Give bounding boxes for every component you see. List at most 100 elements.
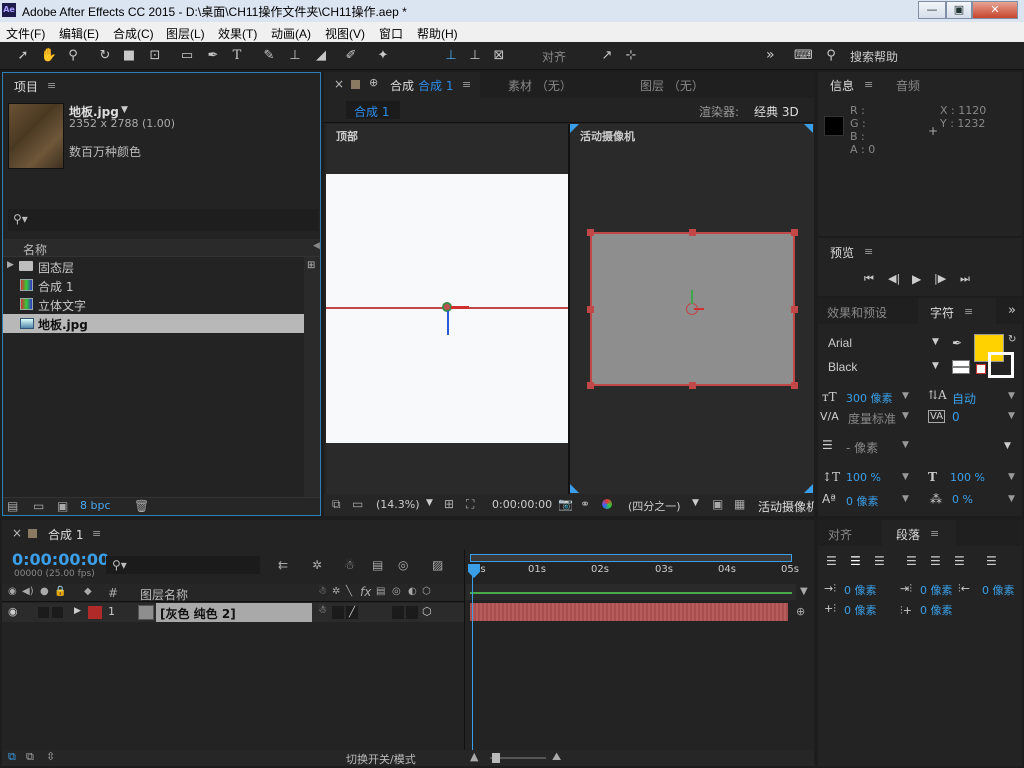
transform-handle[interactable] xyxy=(791,229,798,236)
project-menu-icon[interactable]: ≡ xyxy=(47,79,56,92)
layer-tab[interactable]: 图层 （无） xyxy=(640,77,704,94)
breadcrumb-comp[interactable]: 合成 1 xyxy=(354,103,389,120)
frame-blend-switch-icon[interactable]: ▤ xyxy=(376,586,385,597)
panel-more[interactable]: » xyxy=(1008,303,1016,318)
snapshot-icon[interactable]: 📷 xyxy=(558,497,573,511)
stroke-type-select[interactable]: ▼ xyxy=(916,438,1016,456)
frame-blending-icon[interactable]: ▤ xyxy=(372,558,383,572)
motion-blur-toggle[interactable] xyxy=(392,606,404,619)
lock-icon[interactable]: ⊕ xyxy=(369,76,378,89)
quality-switch-icon[interactable]: ╲ xyxy=(346,586,352,597)
justify-left-icon[interactable]: ☰ xyxy=(906,554,917,568)
active-camera-select[interactable]: 活动摄像机 xyxy=(758,498,814,515)
toggle-switches-modes[interactable]: 切换开关/模式 xyxy=(346,751,416,767)
transform-handle[interactable] xyxy=(791,306,798,313)
align-right-icon[interactable]: ☰ xyxy=(874,554,885,568)
align-center-icon[interactable]: ☰ xyxy=(850,554,861,568)
menu-effect[interactable]: 效果(T) xyxy=(218,25,257,42)
motion-blur-icon[interactable]: ◎ xyxy=(398,558,408,572)
transform-handle[interactable] xyxy=(689,382,696,389)
paragraph-menu-icon[interactable]: ≡ xyxy=(930,527,939,540)
comp-menu-icon[interactable]: ≡ xyxy=(462,78,471,91)
pen-tool-icon[interactable]: ✒ xyxy=(204,47,222,65)
project-search-input[interactable] xyxy=(8,209,318,231)
column-layer-name[interactable]: 图层名称 xyxy=(140,586,188,603)
zoom-slider-handle[interactable] xyxy=(492,753,500,763)
project-tab[interactable]: 项目 xyxy=(14,78,38,95)
comp-marker-bin-icon[interactable]: ▼ xyxy=(800,586,808,597)
always-preview-icon[interactable]: ⧉ xyxy=(332,497,341,512)
collapse-switch-icon[interactable]: ✲ xyxy=(332,586,340,597)
layer-name-field[interactable]: [灰色 纯色 2] xyxy=(156,603,312,622)
font-size-value[interactable]: 300 像素 xyxy=(846,390,893,406)
list-item[interactable]: ▶ 固态层 xyxy=(3,257,304,276)
first-frame-icon[interactable]: ⏮ xyxy=(864,272,874,286)
monitor-icon[interactable]: ▭ xyxy=(352,497,363,511)
work-area-bar[interactable] xyxy=(470,554,792,562)
transform-handle[interactable] xyxy=(587,382,594,389)
justify-center-icon[interactable]: ☰ xyxy=(930,554,941,568)
timeline-search-input[interactable]: ⚲▾ xyxy=(106,556,260,574)
effects-switch[interactable]: fx xyxy=(360,585,371,599)
zoom-level[interactable]: (14.3%) xyxy=(376,498,420,511)
local-axis-icon[interactable]: ⊥ xyxy=(442,47,460,65)
menu-file[interactable]: 文件(F) xyxy=(6,25,45,42)
transform-handle[interactable] xyxy=(689,229,696,236)
solo-icon[interactable]: ● xyxy=(40,586,49,597)
shy-toggle-icon[interactable]: ☃ xyxy=(318,605,327,616)
shy-icon[interactable]: ☃ xyxy=(344,558,355,572)
next-frame-icon[interactable]: |▶ xyxy=(934,272,946,285)
workspace-more[interactable]: » xyxy=(766,47,775,63)
stroke-width-value[interactable]: - 像素 xyxy=(846,439,878,456)
layer-label-color[interactable] xyxy=(88,606,102,619)
effects-presets-tab[interactable]: 效果和预设 xyxy=(827,304,887,321)
indent-right-value[interactable]: 0 像素 xyxy=(982,582,1015,598)
x-axis-arrow[interactable] xyxy=(694,308,704,310)
layout-dropdown-icon[interactable]: ▼ xyxy=(692,498,699,508)
selection-tool-icon[interactable]: ➚ xyxy=(14,47,32,65)
last-frame-icon[interactable]: ⏭ xyxy=(960,272,970,286)
dropdown-arrow-icon[interactable]: ▼ xyxy=(902,411,909,421)
collapse-toggle[interactable] xyxy=(332,606,344,619)
camera-tool-icon[interactable]: ■ xyxy=(120,47,138,65)
table-row[interactable]: ◉ ▶ 1 [灰色 纯色 2] ☃ ╱ ⬡ xyxy=(2,603,464,622)
transform-handle[interactable] xyxy=(587,306,594,313)
safe-zones-icon[interactable]: ⊞ xyxy=(444,497,454,511)
view-axis-icon[interactable]: ⊠ xyxy=(490,47,508,65)
3d-layer-toggle-icon[interactable]: ⬡ xyxy=(422,605,432,618)
menu-layer[interactable]: 图层(L) xyxy=(166,25,205,42)
play-icon[interactable]: ▶ xyxy=(912,272,921,286)
lock-checkbox[interactable] xyxy=(52,607,63,618)
close-icon[interactable]: × xyxy=(12,526,22,540)
hand-tool-icon[interactable]: ✋ xyxy=(40,47,58,65)
dropdown-arrow-icon[interactable]: ▼ xyxy=(1008,391,1015,401)
item-name-dropdown[interactable]: ▼ xyxy=(121,105,128,115)
audio-switch-icon[interactable]: ◀) xyxy=(22,586,34,597)
adjustment-toggle[interactable] xyxy=(406,606,418,619)
quality-toggle-icon[interactable]: ╱ xyxy=(346,606,358,619)
bit-depth[interactable]: 8 bpc xyxy=(80,499,111,512)
eraser-tool-icon[interactable]: ◢ xyxy=(312,47,330,65)
snap-icon[interactable]: ↗ xyxy=(598,47,616,65)
rotate-tool-icon[interactable]: ↻ xyxy=(96,47,114,65)
space-after-value[interactable]: 0 像素 xyxy=(920,602,953,618)
stroke-color-swatch[interactable] xyxy=(988,352,1014,378)
zoom-tool-icon[interactable]: ⚲ xyxy=(64,47,82,65)
close-button[interactable]: ✕ xyxy=(972,1,1018,19)
world-axis-icon[interactable]: ⊥ xyxy=(466,47,484,65)
brush-tool-icon[interactable]: ✎ xyxy=(260,47,278,65)
grid-snap-icon[interactable]: ⊹ xyxy=(622,47,640,65)
adjustment-switch-icon[interactable]: ◐ xyxy=(408,586,417,597)
column-menu-arrow[interactable]: ◀ xyxy=(313,241,320,251)
comp-flowchart-icon[interactable]: ⇇ xyxy=(278,558,288,572)
dropdown-arrow-icon[interactable]: ▼ xyxy=(902,494,909,504)
menu-animation[interactable]: 动画(A) xyxy=(271,25,311,42)
view-layout[interactable]: (四分之一) xyxy=(628,498,681,514)
shy-switch-icon[interactable]: ☃ xyxy=(318,586,327,597)
dropdown-arrow-icon[interactable]: ▼ xyxy=(902,391,909,401)
stroke-swatch-icon[interactable] xyxy=(952,360,970,374)
indent-first-line-value[interactable]: 0 像素 xyxy=(920,582,953,598)
dropdown-arrow-icon[interactable]: ▼ xyxy=(902,472,909,482)
x-axis-arrow[interactable] xyxy=(451,306,469,309)
align-left-icon[interactable]: ☰ xyxy=(826,554,837,568)
